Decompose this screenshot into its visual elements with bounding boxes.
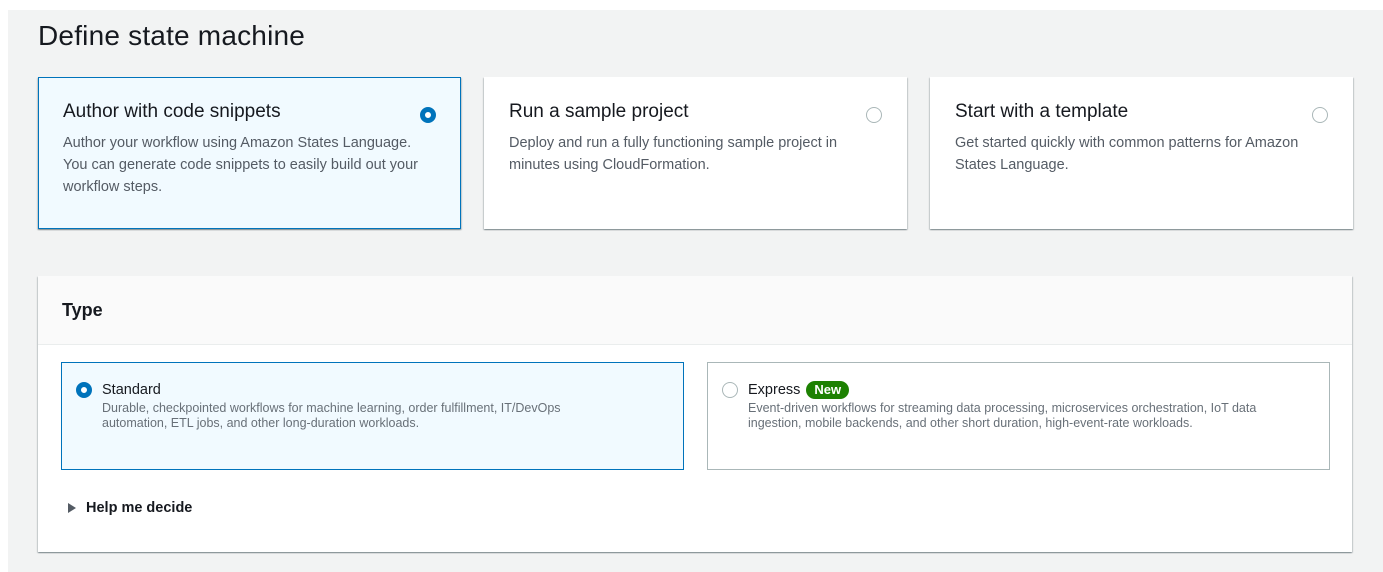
tile-description: Deploy and run a fully functioning sampl…	[509, 135, 838, 173]
type-radio[interactable]	[722, 382, 738, 398]
type-option-title: Standard	[102, 380, 663, 400]
type-option-title: Express New	[748, 380, 1309, 400]
help-me-decide-expander[interactable]: Help me decide	[68, 500, 192, 516]
tile-title: Start with a template	[955, 101, 1129, 122]
type-option-description: Durable, checkpointed workflows for mach…	[102, 401, 561, 430]
type-panel: Type Standard Durable, checkpointed work…	[38, 276, 1352, 552]
tile-description: Get started quickly with common patterns…	[955, 135, 1299, 173]
tile-author-with-code-snippets[interactable]: Author with code snippets Author your wo…	[38, 77, 461, 229]
new-badge: New	[806, 381, 850, 399]
type-radio-selected[interactable]	[76, 382, 92, 398]
page-title: Define state machine	[38, 20, 306, 51]
tile-title: Author with code snippets	[63, 101, 281, 122]
caret-right-icon	[68, 503, 76, 513]
tile-title: Run a sample project	[509, 101, 689, 122]
type-panel-header: Type	[38, 276, 1352, 345]
help-me-decide-label: Help me decide	[86, 500, 193, 516]
tile-radio[interactable]	[1312, 107, 1328, 123]
tile-radio-selected[interactable]	[420, 107, 436, 123]
type-option-label: Standard	[102, 382, 161, 398]
type-option-standard[interactable]: Standard Durable, checkpointed workflows…	[61, 362, 684, 470]
type-option-express[interactable]: Express New Event-driven workflows for s…	[707, 362, 1330, 470]
tile-radio[interactable]	[866, 107, 882, 123]
type-option-label: Express	[748, 382, 801, 398]
tile-run-sample-project[interactable]: Run a sample project Deploy and run a fu…	[484, 77, 907, 229]
type-panel-title: Type	[62, 300, 103, 320]
tile-start-with-template[interactable]: Start with a template Get started quickl…	[930, 77, 1353, 229]
tile-description: Author your workflow using Amazon States…	[63, 135, 418, 195]
type-option-description: Event-driven workflows for streaming dat…	[748, 401, 1257, 430]
